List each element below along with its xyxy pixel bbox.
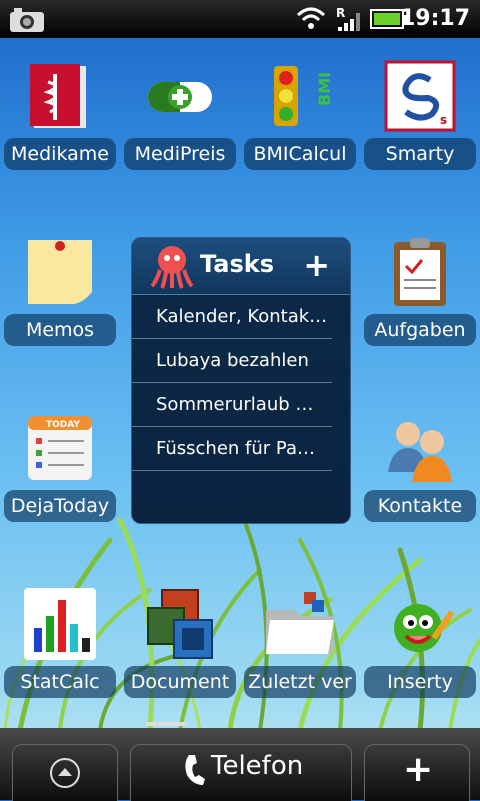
app-label: Inserty xyxy=(364,666,476,698)
app-label: Smarty xyxy=(364,138,476,170)
medical-book-icon xyxy=(30,64,86,128)
app-label: StatCalc xyxy=(4,666,116,698)
app-bmi-calculator[interactable]: BMI BMICalcul xyxy=(240,40,360,215)
phone-label: Telefon xyxy=(211,751,304,781)
roaming-signal-icon: R xyxy=(336,6,360,31)
app-label: BMICalcul xyxy=(244,138,356,170)
task-item[interactable]: Füsschen für Pa… xyxy=(132,427,332,471)
svg-text:s: s xyxy=(440,113,447,127)
sticky-note-icon xyxy=(28,240,92,304)
app-aufgaben[interactable]: Aufgaben xyxy=(360,216,480,391)
calendar-list-icon: TODAY xyxy=(28,416,92,480)
dock-bar: Telefon + xyxy=(0,722,480,801)
plus-icon: + xyxy=(403,749,434,790)
green-monster-icon xyxy=(394,604,455,652)
app-label: Document xyxy=(124,666,236,698)
app-label: Memos xyxy=(4,314,116,346)
phone-handset-icon xyxy=(185,755,205,785)
tasks-widget-header: Tasks + xyxy=(132,238,350,295)
phone-button[interactable]: Telefon xyxy=(130,744,352,801)
page-indicator xyxy=(146,722,188,726)
bar-chart-icon xyxy=(24,588,96,660)
app-medipreis[interactable]: MediPreis xyxy=(120,40,240,215)
tasks-widget-title: Tasks xyxy=(200,250,275,278)
app-memos[interactable]: Memos xyxy=(0,216,120,391)
add-task-button[interactable]: + xyxy=(303,246,330,284)
app-documents[interactable]: Document xyxy=(120,568,240,743)
clock: 19:17 xyxy=(399,6,470,31)
wifi-icon xyxy=(296,7,326,29)
app-kontakte[interactable]: Kontakte xyxy=(360,392,480,567)
svg-text:TODAY: TODAY xyxy=(46,420,80,430)
pill-icon xyxy=(148,82,212,112)
app-label: Medikame xyxy=(4,138,116,170)
app-label: Kontakte xyxy=(364,490,476,522)
add-to-home-button[interactable]: + xyxy=(364,744,470,801)
app-zuletzt-verwendet[interactable]: Zuletzt ver xyxy=(240,568,360,743)
app-label: MediPreis xyxy=(124,138,236,170)
svg-text:R: R xyxy=(336,6,345,20)
clipboard-icon xyxy=(394,238,446,306)
traffic-light-icon: BMI xyxy=(274,66,334,126)
app-label: Zuletzt ver xyxy=(244,666,356,698)
app-statcalc[interactable]: StatCalc xyxy=(0,568,120,743)
app-label: Aufgaben xyxy=(364,314,476,346)
documents-windows-icon xyxy=(147,589,213,659)
status-bar[interactable]: R 19:17 xyxy=(0,0,480,38)
octopus-icon xyxy=(150,246,194,289)
app-drawer-button[interactable] xyxy=(12,744,118,801)
svg-text:BMI: BMI xyxy=(315,72,334,106)
app-dejatoday[interactable]: TODAY DejaToday xyxy=(0,392,120,567)
app-label: DejaToday xyxy=(4,490,116,522)
task-item[interactable]: Lubaya bezahlen xyxy=(132,339,332,383)
folder-icon xyxy=(266,592,334,654)
task-item[interactable]: Sommerurlaub … xyxy=(132,383,332,427)
app-medikamente[interactable]: Medikame xyxy=(0,40,120,215)
contacts-people-icon xyxy=(388,422,452,482)
app-inserty[interactable]: Inserty xyxy=(360,568,480,743)
tasks-widget[interactable]: Tasks + Kalender, Kontak… Lubaya bezahle… xyxy=(131,237,351,524)
smarty-logo-icon: s xyxy=(384,60,456,132)
task-item[interactable]: Kalender, Kontak… xyxy=(132,295,332,339)
camera-notification-icon xyxy=(10,8,44,32)
app-smarty[interactable]: s Smarty xyxy=(360,40,480,215)
chevron-up-icon xyxy=(50,758,80,788)
